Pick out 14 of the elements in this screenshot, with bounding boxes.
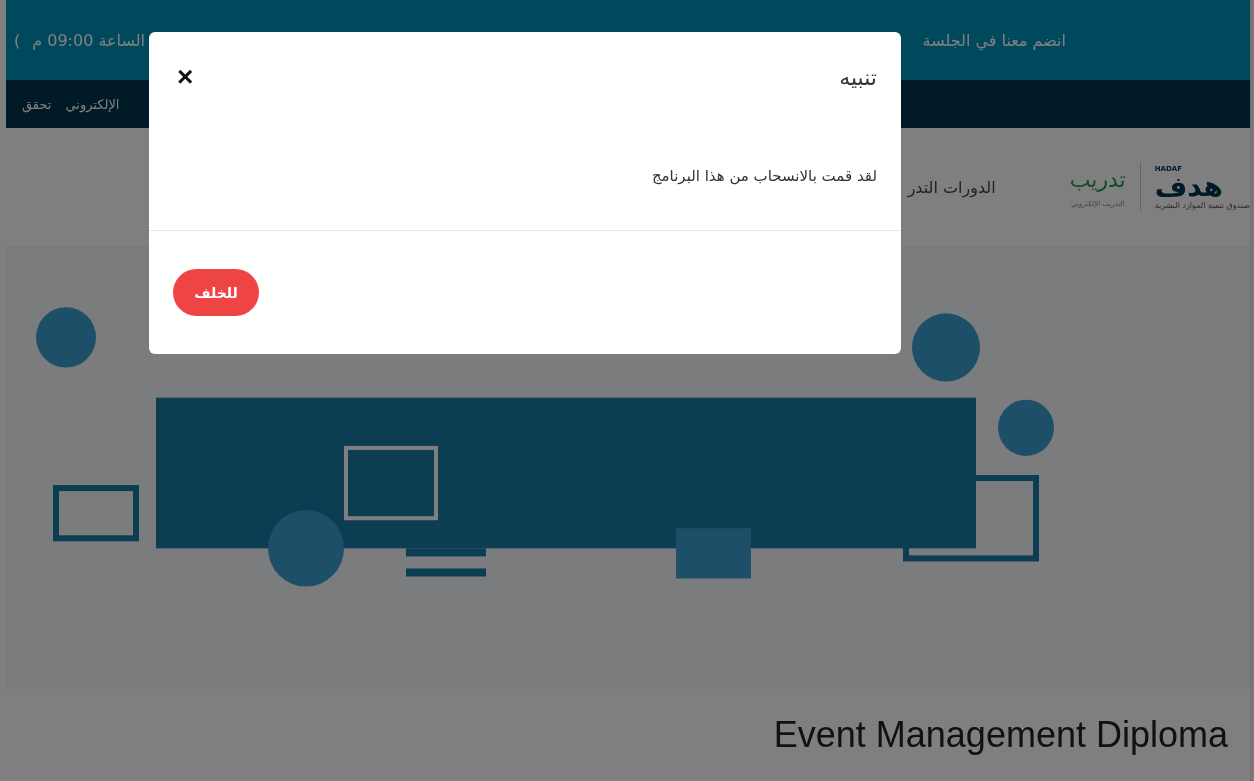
dialog-message: لقد قمت بالانسحاب من هذا البرنامج [651, 167, 877, 185]
menu-item[interactable]: الدورات التدر [907, 177, 996, 197]
announcement-text: الساعة 09:00 م [32, 30, 146, 50]
nav-link[interactable]: تحقق [22, 96, 52, 112]
logo-tagline: صندوق تنمية الموارد البشرية [1154, 200, 1250, 210]
dialog-title: تنبيه [839, 64, 877, 90]
brand-name: تدريب [1069, 166, 1126, 192]
announcement-text: انضم معنا في الجلسة [922, 30, 1066, 50]
logo-text: هدف [1154, 172, 1223, 201]
close-button[interactable]: × [173, 63, 198, 91]
announcement-bracket: ( [14, 30, 21, 50]
back-button[interactable]: للخلف [173, 269, 259, 316]
page-title: Event Management Diploma [773, 714, 1228, 756]
nav-link[interactable]: الإلكتروني [65, 96, 120, 112]
